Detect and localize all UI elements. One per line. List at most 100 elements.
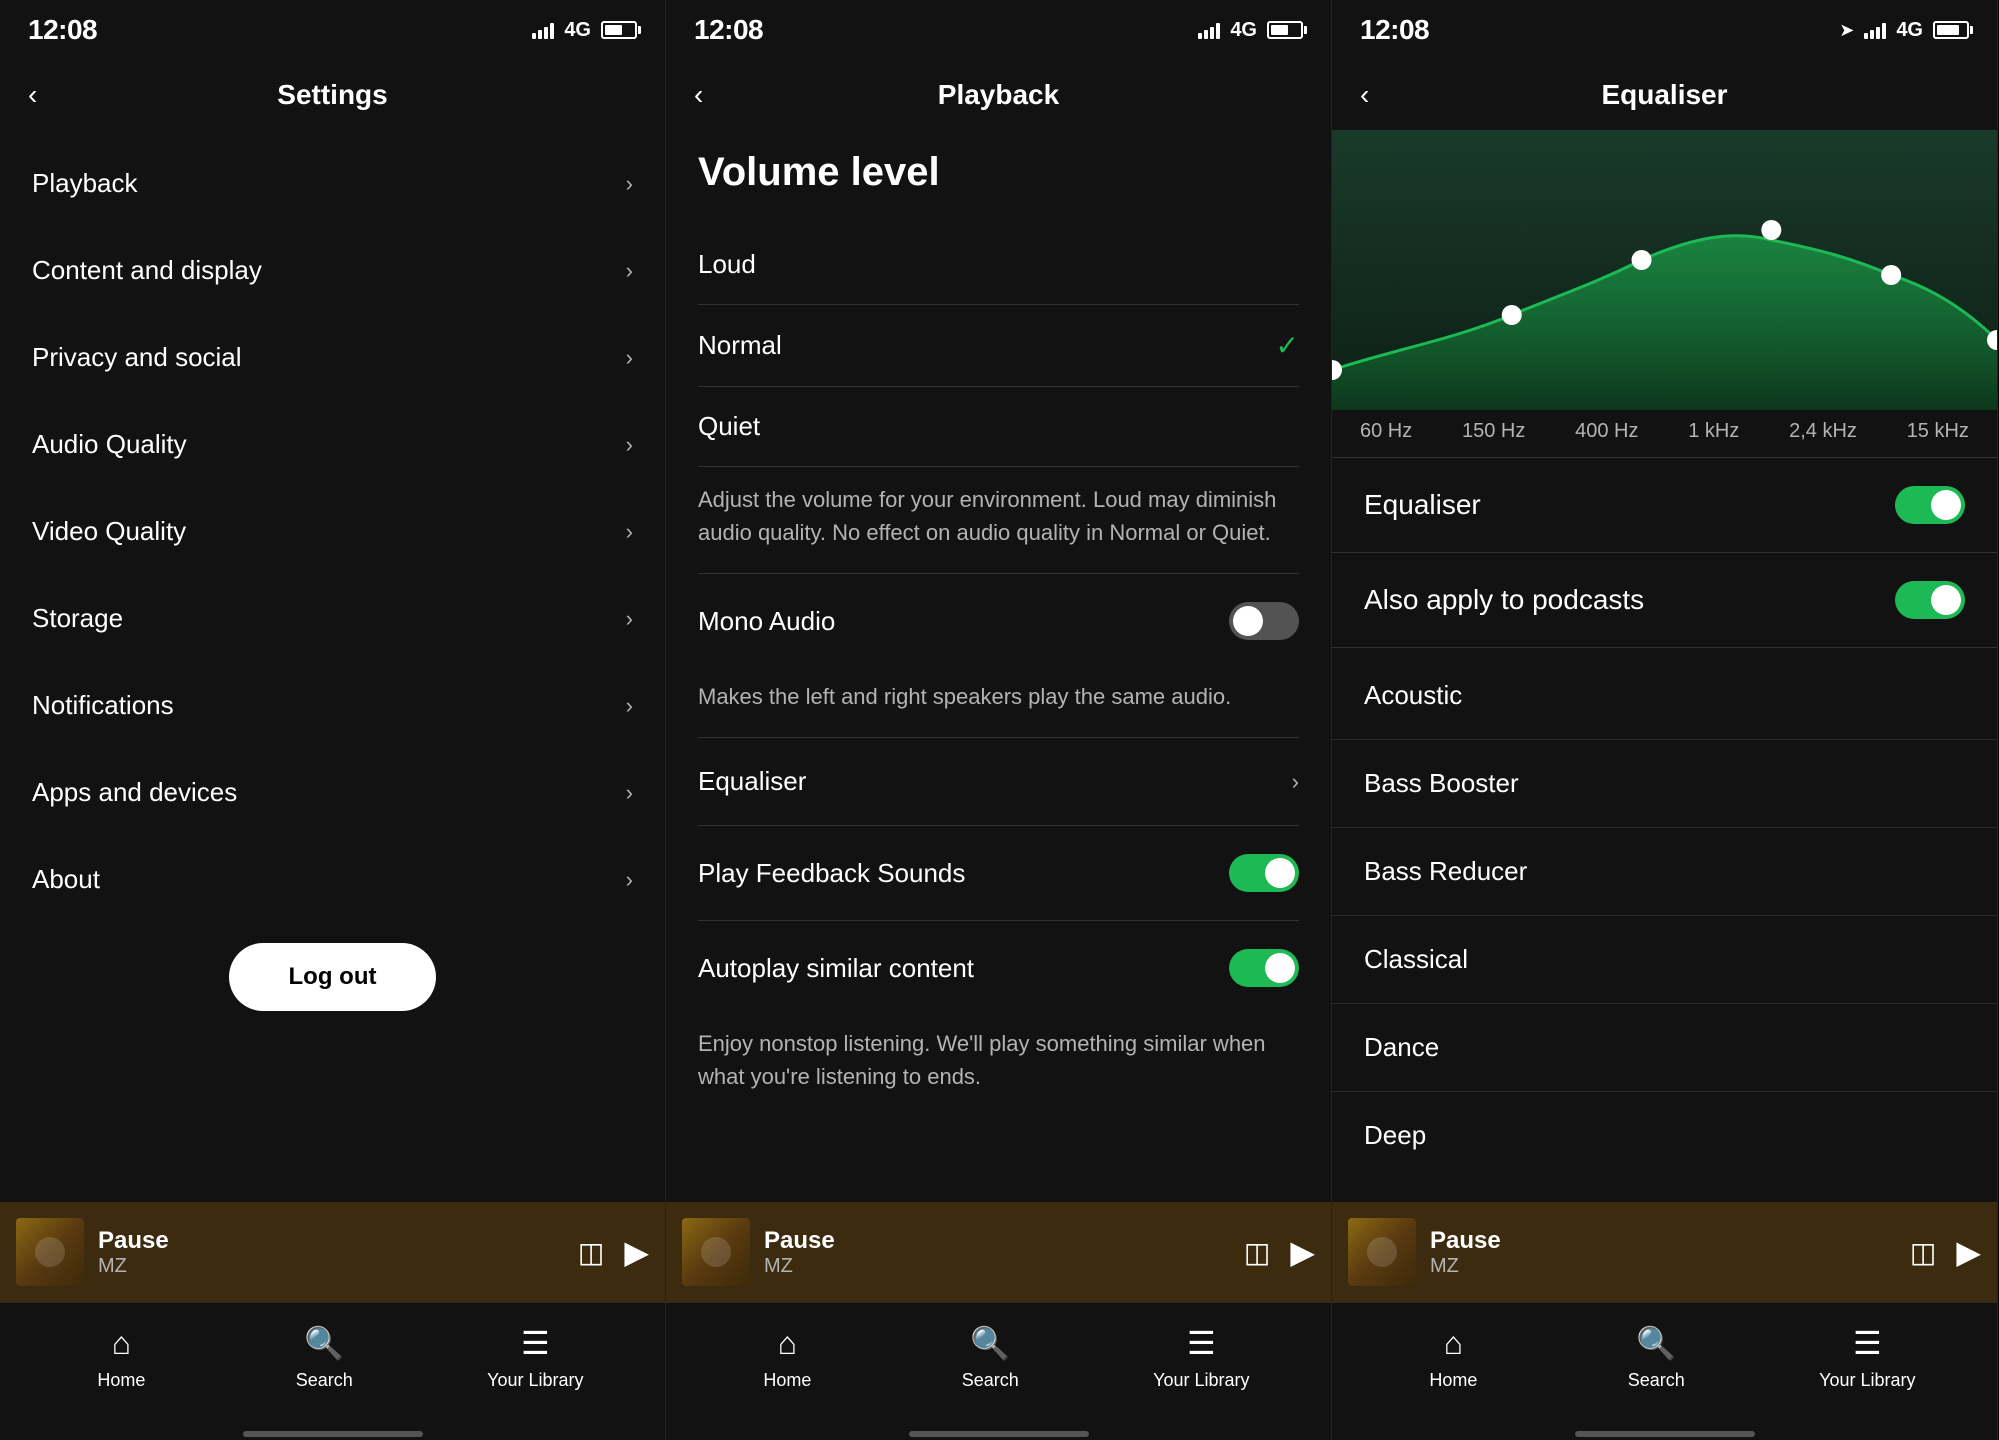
podcast-toggle[interactable] bbox=[1895, 581, 1965, 619]
eq-handle-4[interactable] bbox=[1881, 265, 1901, 285]
nav-search-settings[interactable]: 🔍 Search bbox=[284, 1324, 364, 1391]
now-playing-title-settings: Pause bbox=[98, 1227, 564, 1255]
now-playing-artist-settings: MZ bbox=[98, 1255, 564, 1278]
signal-bars-settings bbox=[532, 21, 554, 39]
eq-main-toggle[interactable] bbox=[1895, 486, 1965, 524]
volume-section-title: Volume level bbox=[698, 150, 1299, 195]
chevron-icon-video: › bbox=[626, 519, 633, 545]
page-title-settings: Settings bbox=[277, 79, 387, 111]
divider-3 bbox=[698, 825, 1299, 826]
play-feedback-toggle[interactable] bbox=[1229, 854, 1299, 892]
signal-bars-eq bbox=[1864, 21, 1886, 39]
podcast-toggle-label: Also apply to podcasts bbox=[1364, 584, 1644, 616]
search-icon-playback: 🔍 bbox=[970, 1324, 1010, 1362]
nav-home-settings[interactable]: ⌂ Home bbox=[81, 1325, 161, 1391]
connect-devices-icon-eq[interactable]: ◫ bbox=[1910, 1236, 1936, 1269]
selected-check-icon: ✓ bbox=[1276, 329, 1299, 362]
bottom-nav-eq: ⌂ Home 🔍 Search ☰ Your Library bbox=[1332, 1302, 1997, 1432]
now-playing-title-eq: Pause bbox=[1430, 1227, 1896, 1255]
eq-handle-1[interactable] bbox=[1502, 305, 1522, 325]
settings-item-about[interactable]: About › bbox=[0, 836, 665, 923]
settings-item-video-quality[interactable]: Video Quality › bbox=[0, 488, 665, 575]
mono-audio-toggle[interactable] bbox=[1229, 602, 1299, 640]
podcast-toggle-row: Also apply to podcasts bbox=[1332, 557, 1997, 643]
divider-4 bbox=[698, 920, 1299, 921]
freq-label-0: 60 Hz bbox=[1360, 420, 1412, 443]
eq-toggle-row: Equaliser bbox=[1332, 462, 1997, 548]
eq-handle-3[interactable] bbox=[1761, 220, 1781, 240]
eq-handle-2[interactable] bbox=[1632, 250, 1652, 270]
eq-preset-dance[interactable]: Dance bbox=[1332, 1004, 1997, 1092]
back-button-playback[interactable]: ‹ bbox=[694, 79, 703, 111]
play-button-eq[interactable]: ▶ bbox=[1956, 1233, 1981, 1271]
nav-header-playback: ‹ Playback bbox=[666, 60, 1331, 130]
eq-preset-bass-reducer[interactable]: Bass Reducer bbox=[1332, 828, 1997, 916]
nav-header-settings: ‹ Settings bbox=[0, 60, 665, 130]
equaliser-nav-row[interactable]: Equaliser › bbox=[698, 742, 1299, 821]
search-icon-settings: 🔍 bbox=[304, 1324, 344, 1362]
network-label-playback: 4G bbox=[1230, 19, 1257, 42]
settings-item-storage[interactable]: Storage › bbox=[0, 575, 665, 662]
settings-item-privacy[interactable]: Privacy and social › bbox=[0, 314, 665, 401]
now-playing-controls-eq: ◫ ▶ bbox=[1910, 1233, 1981, 1271]
settings-item-apps-devices[interactable]: Apps and devices › bbox=[0, 749, 665, 836]
eq-preset-bass-booster[interactable]: Bass Booster bbox=[1332, 740, 1997, 828]
volume-option-quiet[interactable]: Quiet bbox=[698, 387, 1299, 467]
freq-label-3: 1 kHz bbox=[1688, 420, 1739, 443]
connect-devices-icon-settings[interactable]: ◫ bbox=[578, 1236, 604, 1269]
search-icon-eq: 🔍 bbox=[1636, 1324, 1676, 1362]
nav-home-eq[interactable]: ⌂ Home bbox=[1413, 1325, 1493, 1391]
signal-bars-playback bbox=[1198, 21, 1220, 39]
settings-item-audio-quality[interactable]: Audio Quality › bbox=[0, 401, 665, 488]
play-feedback-label: Play Feedback Sounds bbox=[698, 858, 965, 889]
library-icon-playback: ☰ bbox=[1187, 1324, 1216, 1362]
nav-library-eq[interactable]: ☰ Your Library bbox=[1819, 1324, 1915, 1391]
now-playing-bar-eq[interactable]: Pause MZ ◫ ▶ bbox=[1332, 1202, 1997, 1302]
settings-panel: 12:08 4G ‹ Settings Playback › Content a… bbox=[0, 0, 666, 1440]
eq-preset-classical[interactable]: Classical bbox=[1332, 916, 1997, 1004]
eq-preset-acoustic[interactable]: Acoustic bbox=[1332, 652, 1997, 740]
now-playing-title-playback: Pause bbox=[764, 1227, 1230, 1255]
status-bar-eq: 12:08 ➤ 4G bbox=[1332, 0, 1997, 60]
nav-home-playback[interactable]: ⌂ Home bbox=[747, 1325, 827, 1391]
nav-search-playback[interactable]: 🔍 Search bbox=[950, 1324, 1030, 1391]
mono-audio-row: Mono Audio bbox=[698, 578, 1299, 664]
now-playing-controls-settings: ◫ ▶ bbox=[578, 1233, 649, 1271]
now-playing-bar-playback[interactable]: Pause MZ ◫ ▶ bbox=[666, 1202, 1331, 1302]
home-indicator-playback bbox=[666, 1432, 1331, 1440]
home-icon-settings: ⌂ bbox=[112, 1325, 131, 1362]
battery-icon-playback bbox=[1267, 21, 1303, 39]
autoplay-toggle[interactable] bbox=[1229, 949, 1299, 987]
battery-icon-eq bbox=[1933, 21, 1969, 39]
eq-preset-deep[interactable]: Deep bbox=[1332, 1092, 1997, 1179]
divider-2 bbox=[698, 737, 1299, 738]
equaliser-panel: 12:08 ➤ 4G ‹ Equaliser bbox=[1332, 0, 1998, 1440]
volume-description: Adjust the volume for your environment. … bbox=[698, 483, 1299, 549]
connect-devices-icon-playback[interactable]: ◫ bbox=[1244, 1236, 1270, 1269]
network-label-eq: 4G bbox=[1896, 19, 1923, 42]
freq-label-2: 400 Hz bbox=[1575, 420, 1638, 443]
settings-item-playback[interactable]: Playback › bbox=[0, 140, 665, 227]
status-bar-settings: 12:08 4G bbox=[0, 0, 665, 60]
settings-menu: Playback › Content and display › Privacy… bbox=[0, 130, 665, 1202]
volume-option-normal[interactable]: Normal ✓ bbox=[698, 305, 1299, 387]
volume-option-loud[interactable]: Loud bbox=[698, 225, 1299, 305]
now-playing-artist-eq: MZ bbox=[1430, 1255, 1896, 1278]
nav-library-settings[interactable]: ☰ Your Library bbox=[487, 1324, 583, 1391]
back-button-settings[interactable]: ‹ bbox=[28, 79, 37, 111]
nav-library-playback[interactable]: ☰ Your Library bbox=[1153, 1324, 1249, 1391]
playback-content: Volume level Loud Normal ✓ Quiet Adjust … bbox=[666, 130, 1331, 1202]
divider-1 bbox=[698, 573, 1299, 574]
back-button-eq[interactable]: ‹ bbox=[1360, 79, 1369, 111]
play-button-settings[interactable]: ▶ bbox=[624, 1233, 649, 1271]
page-title-playback: Playback bbox=[938, 79, 1059, 111]
album-art-settings bbox=[16, 1218, 84, 1286]
album-art-eq bbox=[1348, 1218, 1416, 1286]
settings-item-content-display[interactable]: Content and display › bbox=[0, 227, 665, 314]
settings-item-notifications[interactable]: Notifications › bbox=[0, 662, 665, 749]
nav-search-eq[interactable]: 🔍 Search bbox=[1616, 1324, 1696, 1391]
now-playing-bar-settings[interactable]: Pause MZ ◫ ▶ bbox=[0, 1202, 665, 1302]
mono-audio-description: Makes the left and right speakers play t… bbox=[698, 680, 1299, 713]
play-button-playback[interactable]: ▶ bbox=[1290, 1233, 1315, 1271]
logout-button[interactable]: Log out bbox=[229, 943, 437, 1011]
